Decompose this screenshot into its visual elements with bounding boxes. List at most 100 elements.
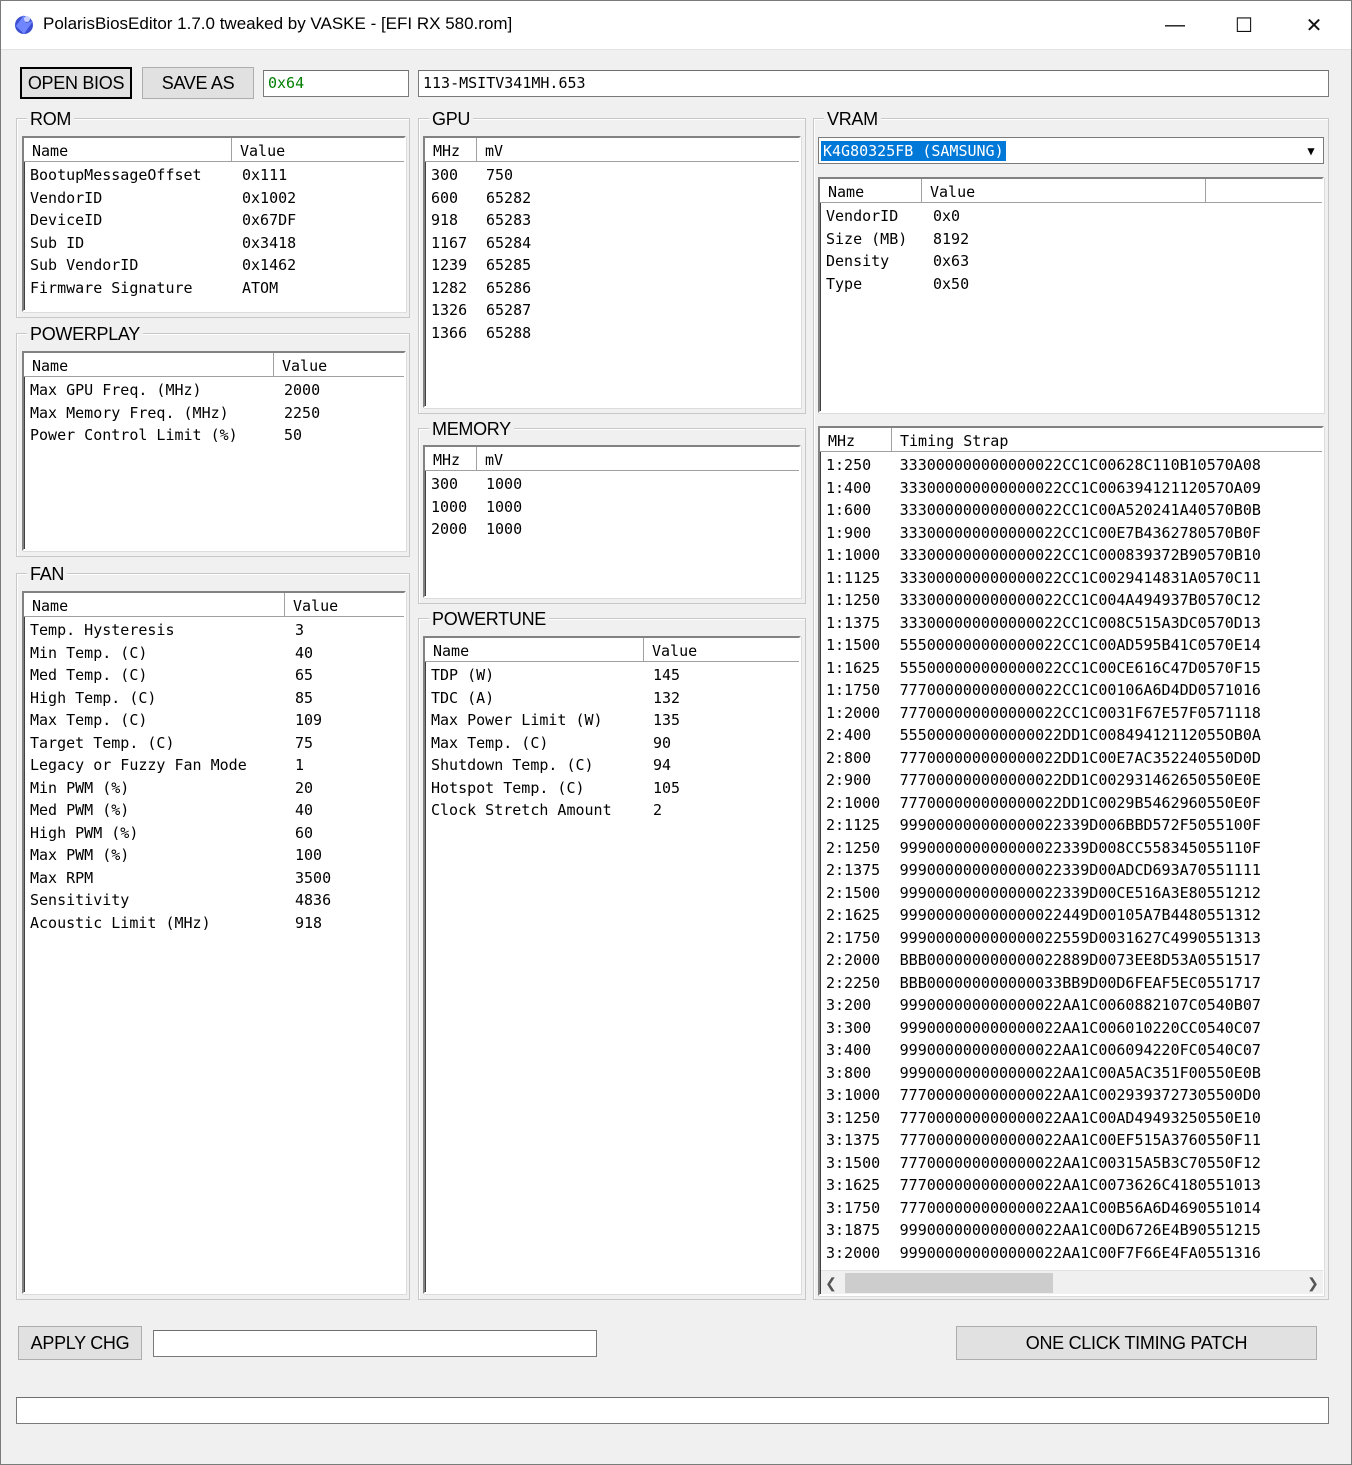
close-button[interactable]: ✕ [1279, 0, 1349, 50]
gpu-row[interactable]: 1167 65284 [431, 234, 799, 257]
fan-row[interactable]: Min PWM (%) 20 [30, 779, 404, 802]
memory-col-mv[interactable]: mV [477, 447, 799, 471]
timing-row[interactable]: 3:1625 777000000000000022AA1C0073626C4180… [826, 1176, 1322, 1199]
vram-type-select[interactable]: K4G80325FB (SAMSUNG) ▼ [818, 137, 1324, 164]
fan-row[interactable]: Sensitivity 4836 [30, 891, 404, 914]
timing-row[interactable]: 2:1500 999000000000000022339D00CE516A3E80… [826, 884, 1322, 907]
one-click-timing-patch-button[interactable]: ONE CLICK TIMING PATCH [956, 1326, 1317, 1360]
timing-row[interactable]: 1:900 333000000000000022CC1C00E7B43627805… [826, 524, 1322, 547]
powertune-col-name[interactable]: Name [425, 638, 644, 662]
rom-col-name[interactable]: Name [24, 138, 232, 162]
memory-row[interactable]: 300 1000 [431, 475, 799, 498]
timing-row[interactable]: 1:1750 777000000000000022CC1C00106A6D4DD0… [826, 681, 1322, 704]
vram-col-value[interactable]: Value [922, 179, 1206, 203]
fan-row[interactable]: High Temp. (C) 85 [30, 689, 404, 712]
powerplay-list[interactable]: Name Value Max GPU Freq. (MHz) 2000 Max Me… [22, 351, 406, 551]
timing-row[interactable]: 2:2250 BBB000000000000033BB9D00D6FEAF5EC0… [826, 974, 1322, 997]
timing-horizontal-scrollbar[interactable]: ❮ ❯ [821, 1270, 1323, 1294]
timing-row[interactable]: 3:200 999000000000000022AA1C0060882107C05… [826, 996, 1322, 1019]
powertune-row[interactable]: Hotspot Temp. (C) 105 [431, 779, 799, 802]
powertune-row[interactable]: TDC (A) 132 [431, 689, 799, 712]
gpu-row[interactable]: 1282 65286 [431, 279, 799, 302]
timing-col-mhz[interactable]: MHz [820, 428, 892, 452]
rom-list[interactable]: Name Value BootupMessageOffset 0x111 Vendo… [22, 136, 406, 312]
fan-row[interactable]: Min Temp. (C) 40 [30, 644, 404, 667]
rom-row[interactable]: DeviceID 0x67DF [30, 211, 404, 234]
powertune-row[interactable]: Shutdown Temp. (C) 94 [431, 756, 799, 779]
timing-row[interactable]: 1:1125 333000000000000022CC1C0029414831A0… [826, 569, 1322, 592]
open-bios-button[interactable]: OPEN BIOS [20, 67, 132, 99]
minimize-button[interactable]: — [1140, 0, 1210, 50]
timing-row[interactable]: 3:1375 777000000000000022AA1C00EF515A3760… [826, 1131, 1322, 1154]
scrollbar-thumb[interactable] [845, 1273, 1053, 1293]
timing-row[interactable]: 3:800 999000000000000022AA1C00A5AC351F005… [826, 1064, 1322, 1087]
vram-info-list[interactable]: Name Value VendorID 0x0 Size (MB) 8192 Densi… [818, 177, 1324, 413]
rom-row[interactable]: BootupMessageOffset 0x111 [30, 166, 404, 189]
timing-row[interactable]: 1:1375 333000000000000022CC1C008C515A3DC0… [826, 614, 1322, 637]
timing-strap-list[interactable]: MHz Timing Strap 1:250 333000000000000022… [818, 426, 1324, 1296]
vram-row[interactable]: Density 0x63 [826, 252, 1322, 275]
vram-row[interactable]: Size (MB) 8192 [826, 230, 1322, 253]
powertune-col-value[interactable]: Value [644, 638, 799, 662]
timing-col-strap[interactable]: Timing Strap [892, 428, 1322, 452]
rom-row[interactable]: Sub VendorID 0x1462 [30, 256, 404, 279]
fan-row[interactable]: Temp. Hysteresis 3 [30, 621, 404, 644]
timing-row[interactable]: 3:300 999000000000000022AA1C006010220CC05… [826, 1019, 1322, 1042]
fan-row[interactable]: Med PWM (%) 40 [30, 801, 404, 824]
timing-row[interactable]: 1:1250 333000000000000022CC1C004A494937B0… [826, 591, 1322, 614]
powerplay-col-name[interactable]: Name [24, 353, 274, 377]
powertune-row[interactable]: Max Temp. (C) 90 [431, 734, 799, 757]
timing-row[interactable]: 3:2000 999000000000000022AA1C00F7F66E4FA0… [826, 1244, 1322, 1267]
timing-row[interactable]: 3:1250 777000000000000022AA1C00AD49493250… [826, 1109, 1322, 1132]
vram-row[interactable]: VendorID 0x0 [826, 207, 1322, 230]
timing-row[interactable]: 3:1875 999000000000000022AA1C00D6726E4B90… [826, 1221, 1322, 1244]
rom-row[interactable]: VendorID 0x1002 [30, 189, 404, 212]
gpu-list[interactable]: MHz mV 300 750 600 65282 918 65283 1167 65284 12… [423, 136, 801, 408]
timing-row[interactable]: 3:400 999000000000000022AA1C006094220FC05… [826, 1041, 1322, 1064]
timing-row[interactable]: 2:800 777000000000000022DD1C00E7AC3522405… [826, 749, 1322, 772]
gpu-row[interactable]: 600 65282 [431, 189, 799, 212]
timing-row[interactable]: 2:400 555000000000000022DD1C0084941211205… [826, 726, 1322, 749]
scroll-right-icon[interactable]: ❯ [1303, 1271, 1323, 1295]
gpu-row[interactable]: 1326 65287 [431, 301, 799, 324]
gpu-col-mhz[interactable]: MHz [425, 138, 477, 162]
fan-row[interactable]: Max Temp. (C) 109 [30, 711, 404, 734]
apply-chg-button[interactable]: APPLY CHG [18, 1326, 142, 1360]
timing-row[interactable]: 3:1000 777000000000000022AA1C002939372730… [826, 1086, 1322, 1109]
powerplay-row[interactable]: Power Control Limit (%) 50 [30, 426, 404, 449]
maximize-button[interactable]: ☐ [1209, 0, 1279, 50]
title-bar[interactable]: PolarisBiosEditor 1.7.0 tweaked by VASKE… [0, 0, 1352, 50]
timing-row[interactable]: 1:600 333000000000000022CC1C00A520241A405… [826, 501, 1322, 524]
memory-row[interactable]: 2000 1000 [431, 520, 799, 543]
timing-row[interactable]: 2:900 777000000000000022DD1C0029314626505… [826, 771, 1322, 794]
timing-row[interactable]: 2:1625 999000000000000022449D00105A7B4480… [826, 906, 1322, 929]
timing-row[interactable]: 1:400 333000000000000022CC1C0063941211205… [826, 479, 1322, 502]
powertune-row[interactable]: TDP (W) 145 [431, 666, 799, 689]
timing-row[interactable]: 3:1500 777000000000000022AA1C00315A5B3C70… [826, 1154, 1322, 1177]
powerplay-col-value[interactable]: Value [274, 353, 404, 377]
timing-row[interactable]: 1:1500 555000000000000022CC1C00AD595B41C0… [826, 636, 1322, 659]
powerplay-row[interactable]: Max GPU Freq. (MHz) 2000 [30, 381, 404, 404]
vram-row[interactable]: Type 0x50 [826, 275, 1322, 298]
timing-row[interactable]: 1:1000 333000000000000022CC1C000839372B90… [826, 546, 1322, 569]
memory-row[interactable]: 1000 1000 [431, 498, 799, 521]
memory-list[interactable]: MHz mV 300 1000 1000 1000 2000 1000 [423, 445, 801, 598]
timing-row[interactable]: 1:1625 555000000000000022CC1C00CE616C47D0… [826, 659, 1322, 682]
timing-row[interactable]: 1:2000 777000000000000022CC1C0031F67E57F0… [826, 704, 1322, 727]
rom-col-value[interactable]: Value [232, 138, 404, 162]
vram-col-extra[interactable] [1206, 179, 1322, 203]
timing-row[interactable]: 2:1000 777000000000000022DD1C0029B5462960… [826, 794, 1322, 817]
fan-row[interactable]: Legacy or Fuzzy Fan Mode 1 [30, 756, 404, 779]
fan-row[interactable]: Max PWM (%) 100 [30, 846, 404, 869]
powerplay-row[interactable]: Max Memory Freq. (MHz) 2250 [30, 404, 404, 427]
powertune-list[interactable]: Name Value TDP (W) 145 TDC (A) 132 Max Power… [423, 636, 801, 1294]
fan-row[interactable]: High PWM (%) 60 [30, 824, 404, 847]
gpu-row[interactable]: 300 750 [431, 166, 799, 189]
rom-row[interactable]: Sub ID 0x3418 [30, 234, 404, 257]
fan-col-value[interactable]: Value [285, 593, 404, 617]
bios-part-number-field[interactable]: 113-MSITV341MH.653 [418, 70, 1329, 97]
fan-row[interactable]: Med Temp. (C) 65 [30, 666, 404, 689]
powertune-row[interactable]: Max Power Limit (W) 135 [431, 711, 799, 734]
timing-row[interactable]: 2:2000 BBB000000000000022889D0073EE8D53A0… [826, 951, 1322, 974]
timing-row[interactable]: 2:1750 999000000000000022559D0031627C4990… [826, 929, 1322, 952]
